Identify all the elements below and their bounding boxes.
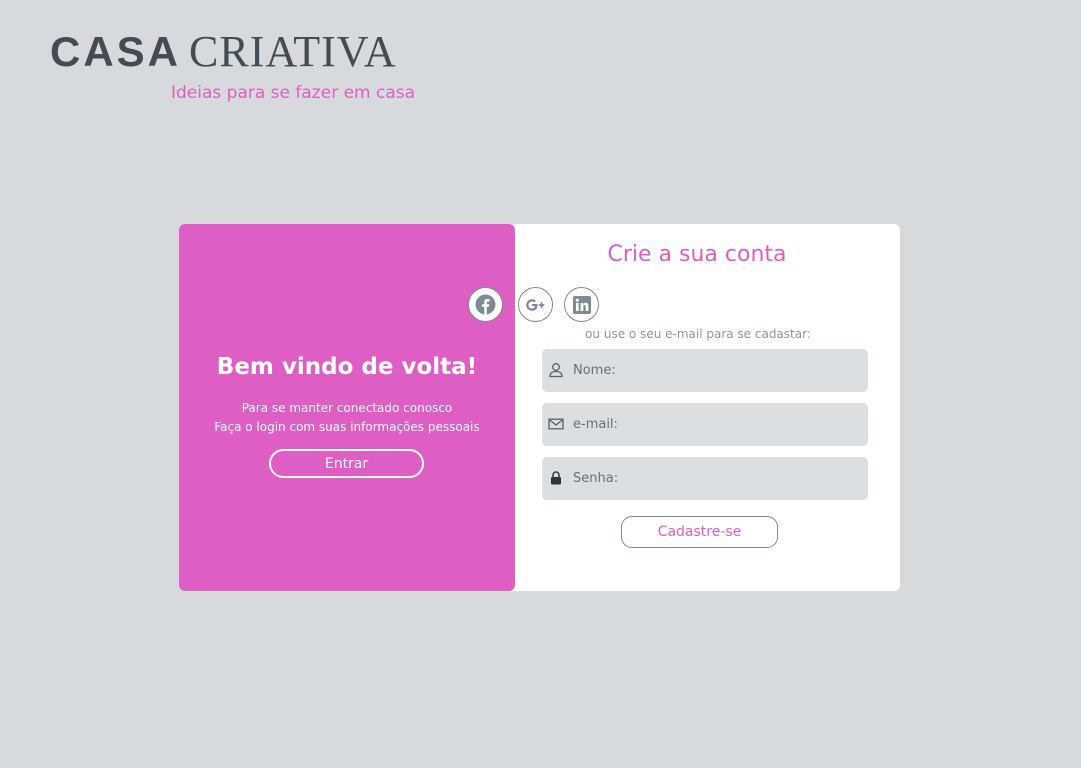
signup-title: Crie a sua conta (607, 242, 787, 267)
mail-icon (548, 418, 564, 430)
login-button[interactable]: Entrar (269, 449, 424, 478)
facebook-login-button[interactable] (468, 287, 503, 322)
facebook-icon (475, 294, 496, 315)
password-field (542, 457, 868, 500)
brand-logo: CASA CRIATIVA Ideias para se fazer em cas… (50, 30, 415, 104)
welcome-panel: Bem vindo de volta! Para se manter conec… (179, 224, 515, 591)
signup-alt-text: ou use o seu e-mail para se cadastar: (585, 327, 811, 341)
password-input[interactable] (573, 457, 858, 500)
email-field (542, 403, 868, 446)
brand-name: CASA CRIATIVA (50, 30, 397, 74)
linkedin-login-button[interactable] (564, 287, 599, 322)
google-plus-login-button[interactable] (518, 287, 553, 322)
welcome-text-line-2: Faça o login com suas informações pessoa… (214, 420, 480, 434)
welcome-text-line-1: Para se manter conectado conosco (241, 401, 453, 415)
google-plus-icon (525, 298, 544, 311)
name-input[interactable] (573, 349, 858, 392)
brand-tagline: Ideias para se fazer em casa (171, 83, 416, 103)
signup-button[interactable]: Cadastre-se (621, 516, 778, 548)
brand-name-light: CRIATIVA (189, 27, 397, 76)
auth-card: Bem vindo de volta! Para se manter conec… (179, 224, 900, 591)
lock-icon (551, 471, 561, 485)
welcome-title: Bem vindo de volta! (216, 354, 478, 380)
user-icon (549, 363, 563, 378)
signup-panel: Crie a sua conta ou use o seu e-mail par… (468, 224, 900, 591)
email-input[interactable] (573, 403, 858, 446)
brand-name-bold: CASA (50, 28, 182, 75)
linkedin-icon (572, 295, 591, 314)
name-field (542, 349, 868, 392)
